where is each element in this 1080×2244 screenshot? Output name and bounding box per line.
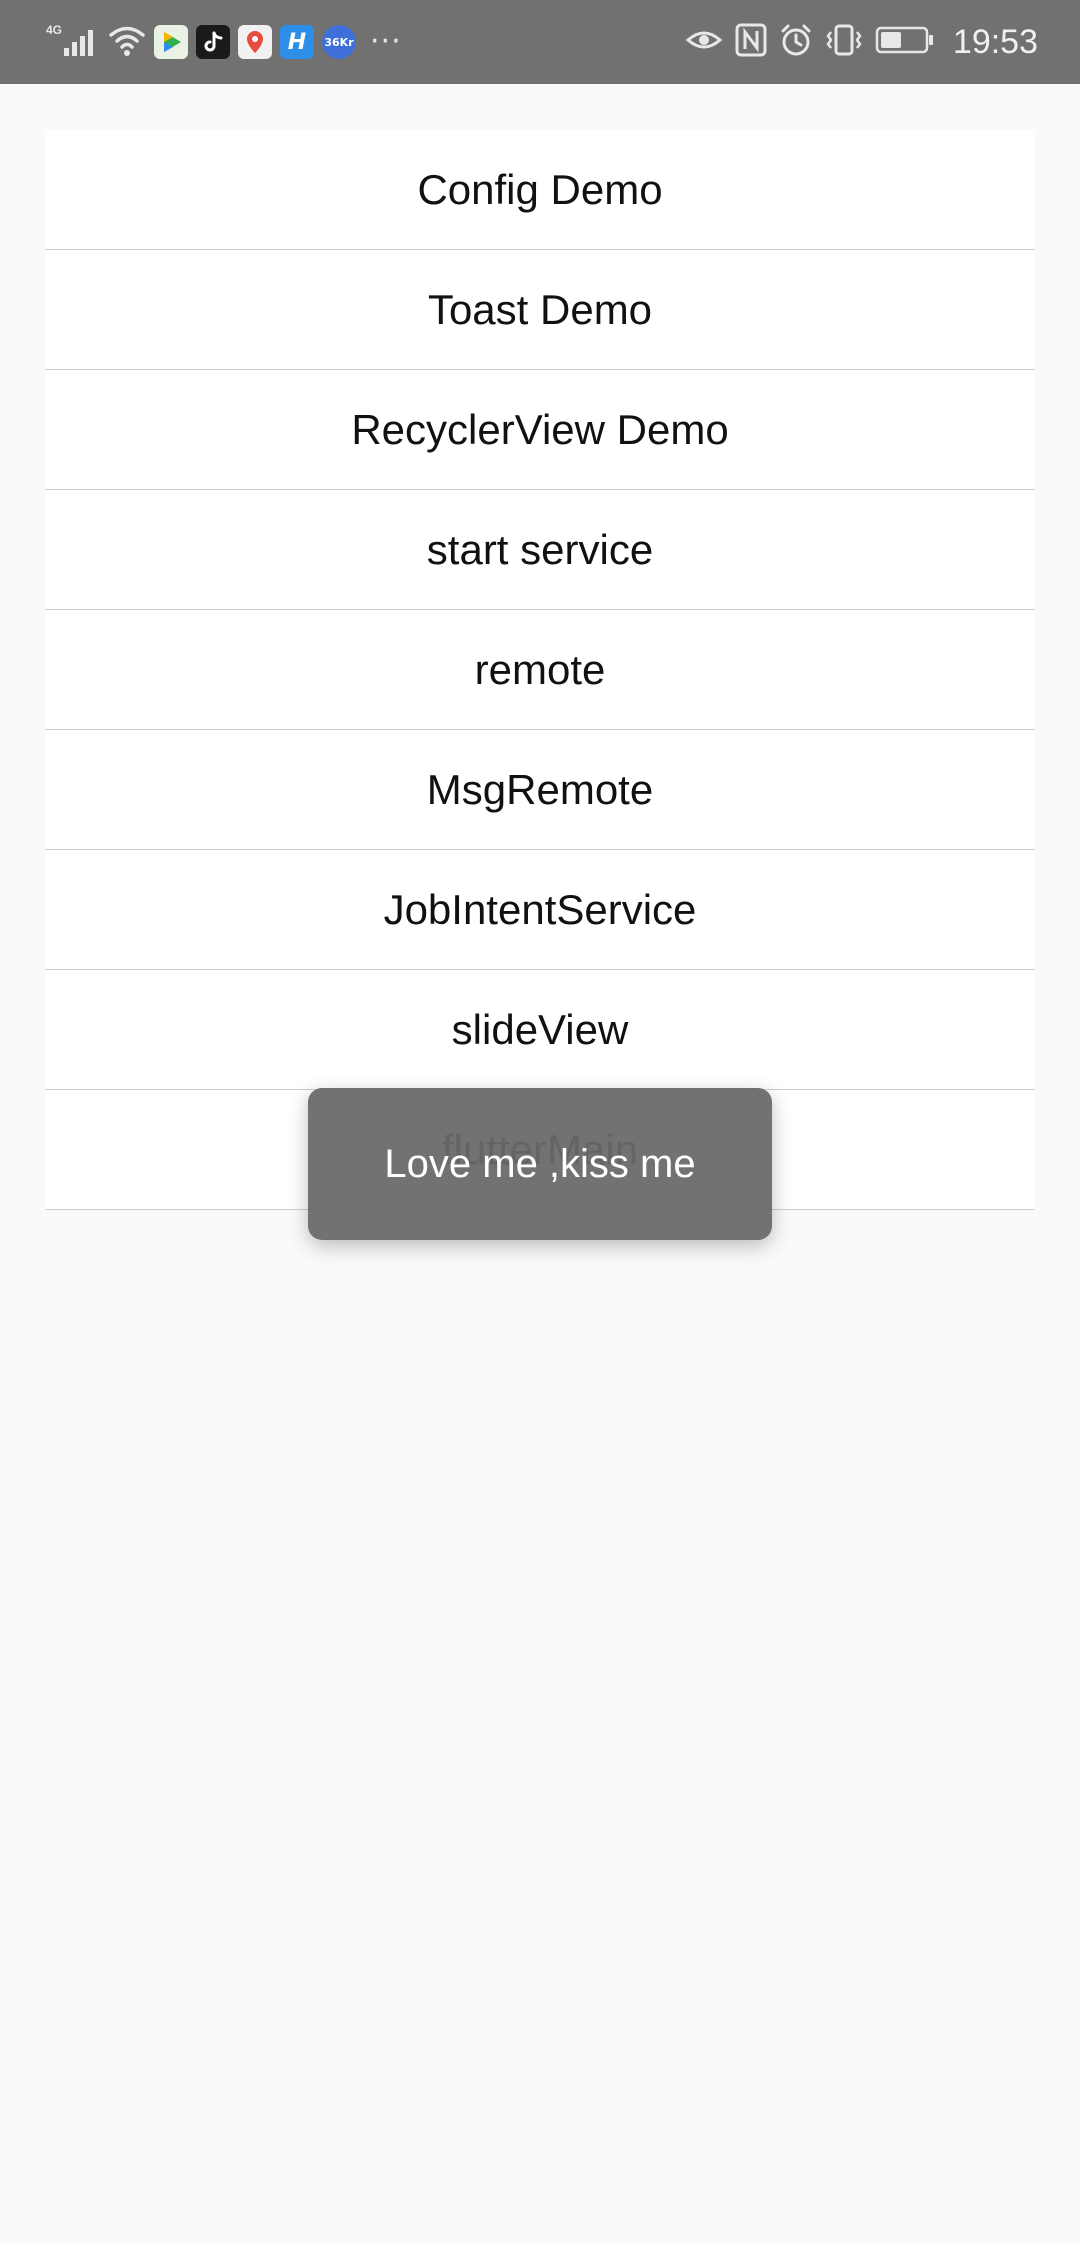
network-type-label: 4G: [46, 23, 62, 37]
menu-item-label: slideView: [451, 1005, 629, 1053]
menu-item-slideview[interactable]: slideView: [45, 970, 1035, 1090]
menu-item-label: MsgRemote: [426, 765, 654, 813]
menu-item-start-service[interactable]: start service: [45, 490, 1035, 610]
nfc-icon: [735, 23, 767, 61]
tiktok-app-icon: [196, 25, 230, 59]
menu-item-label: RecyclerView Demo: [351, 405, 729, 453]
menu-item-jobintentservice[interactable]: JobIntentService: [45, 850, 1035, 970]
map-app-icon: [238, 25, 272, 59]
eye-comfort-icon: [685, 25, 723, 59]
status-bar-clock: 19:53: [952, 22, 1038, 61]
toast-popup: Love me ,kiss me: [308, 1088, 772, 1240]
h-app-icon: H: [280, 25, 314, 59]
status-bar: 4G H 36Kr ··· 19:53: [0, 0, 1080, 84]
menu-item-label: start service: [426, 525, 654, 573]
vibrate-icon: [825, 23, 863, 61]
menu-item-msgremote[interactable]: MsgRemote: [45, 730, 1035, 850]
menu-item-recyclerview-demo[interactable]: RecyclerView Demo: [45, 370, 1035, 490]
battery-icon: [875, 25, 935, 59]
more-notifications-icon: ···: [370, 24, 402, 59]
wifi-icon: [108, 22, 146, 62]
toast-message: Love me ,kiss me: [384, 1141, 696, 1186]
menu-item-label: remote: [474, 645, 606, 693]
alarm-icon: [779, 23, 813, 61]
menu-item-remote[interactable]: remote: [45, 610, 1035, 730]
video-app-icon: [154, 25, 188, 59]
menu-item-label: Config Demo: [417, 165, 663, 213]
36kr-app-icon: 36Kr: [322, 25, 356, 59]
menu-item-label: Toast Demo: [427, 285, 653, 333]
menu-item-config-demo[interactable]: Config Demo: [45, 130, 1035, 250]
demo-menu-list: Config Demo Toast Demo RecyclerView Demo…: [45, 130, 1035, 1210]
menu-item-toast-demo[interactable]: Toast Demo: [45, 250, 1035, 370]
signal-icon: 4G: [44, 22, 100, 62]
menu-item-label: JobIntentService: [383, 885, 697, 933]
status-bar-right: 19:53: [685, 18, 1038, 66]
status-bar-left: 4G H 36Kr ···: [44, 18, 402, 66]
